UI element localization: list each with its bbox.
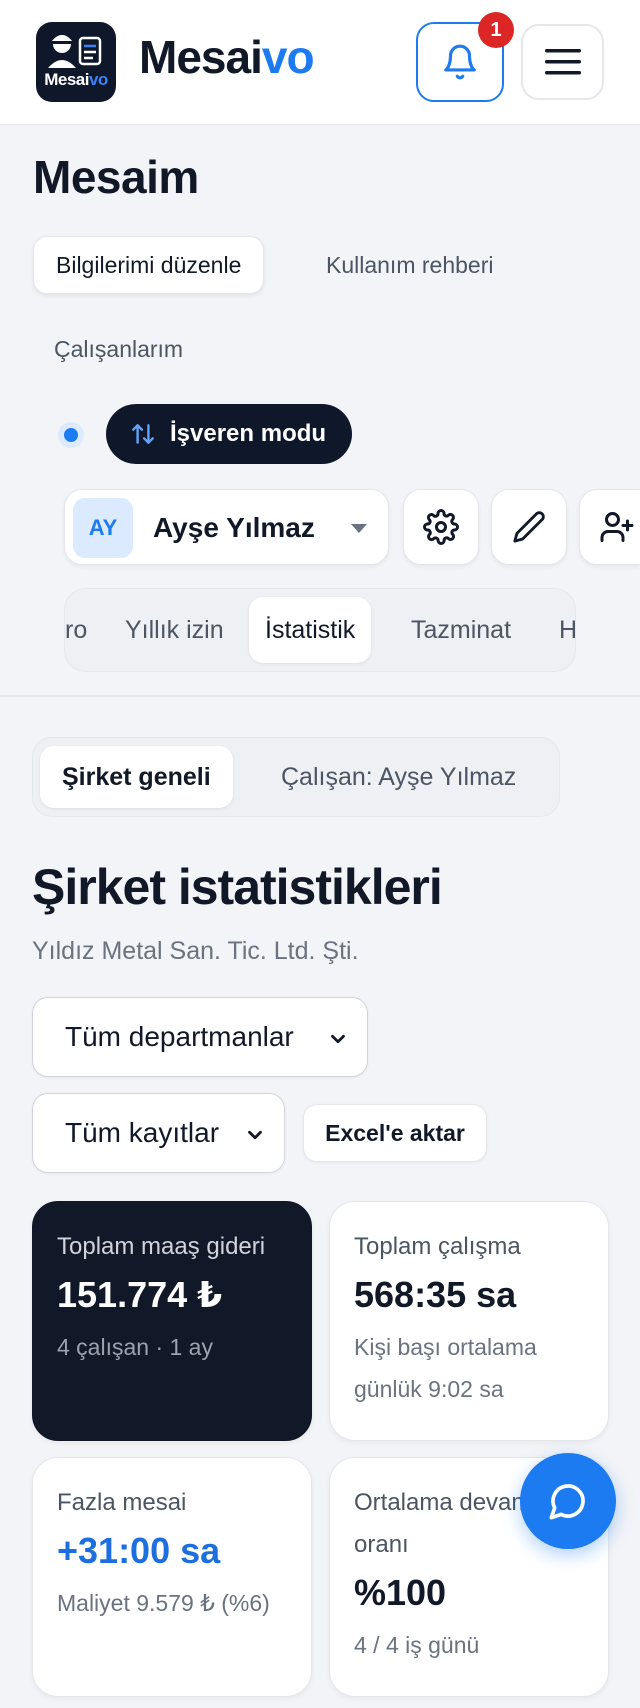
company-name: Yıldız Metal San. Tic. Ltd. Şti. (32, 937, 359, 965)
stat-note: Kişi başı ortalama günlük 9:02 sa (354, 1334, 537, 1402)
records-select-value: Tüm kayıtlar (65, 1117, 220, 1148)
chevron-down-icon (248, 1130, 262, 1140)
employee-name: Ayşe Yılmaz (153, 512, 315, 543)
stat-value: 568:35 sa (354, 1274, 517, 1315)
employer-mode-button[interactable]: İşveren modu (106, 404, 352, 464)
stat-note: 4 çalışan · 1 ay (57, 1334, 213, 1360)
tab-compensation[interactable]: Tazminat (395, 597, 527, 663)
department-select[interactable]: Tüm departmanlar (32, 997, 368, 1077)
chevron-down-icon (331, 1034, 345, 1044)
stat-card-overtime: Fazla mesai +31:00 sa Maliyet 9.579 ₺ (%… (32, 1457, 312, 1697)
stat-value: %100 (354, 1572, 447, 1613)
pencil-icon (513, 511, 545, 543)
stat-card-salary: Toplam maaş gideri 151.774 ₺ 4 çalışan ·… (32, 1201, 312, 1441)
link-edit-profile[interactable]: Bilgilerimi düzenle (33, 236, 265, 294)
settings-button[interactable] (403, 489, 479, 565)
stat-label: Toplam maaş gideri (57, 1233, 266, 1260)
scope-company[interactable]: Şirket geneli (40, 746, 233, 808)
link-my-employees[interactable]: Çalışanlarım (32, 320, 205, 378)
hamburger-icon (544, 49, 581, 75)
section-tabs: ro Yıllık izin İstatistik Tazminat H (64, 588, 576, 672)
employee-select[interactable]: AY Ayşe Yılmaz (64, 489, 389, 565)
link-user-guide[interactable]: Kullanım rehberi (304, 236, 515, 294)
chat-button[interactable] (520, 1453, 616, 1549)
brand-logo[interactable]: Mesaivo (36, 22, 116, 102)
employer-mode-label: İşveren modu (170, 420, 327, 447)
gear-icon (423, 509, 459, 545)
divider (0, 695, 640, 697)
bell-icon (444, 44, 476, 80)
edit-button[interactable] (491, 489, 567, 565)
stat-note: Maliyet 9.579 ₺ (%6) (57, 1590, 270, 1616)
tab-more-partial[interactable]: H (543, 597, 575, 663)
app-header: Mesaivo Mesaivo 1 (0, 0, 640, 125)
scope-segment: Şirket geneli Çalışan: Ayşe Yılmaz (32, 737, 560, 817)
tab-overtime-partial[interactable]: ro (65, 597, 103, 663)
tab-annual-leave[interactable]: Yıllık izin (109, 597, 240, 663)
scope-employee[interactable]: Çalışan: Ayşe Yılmaz (259, 746, 538, 808)
stat-value: 151.774 ₺ (57, 1274, 223, 1315)
stat-label: Fazla mesai (57, 1489, 187, 1516)
stat-value: +31:00 sa (57, 1530, 221, 1571)
stat-label: Toplam çalışma (354, 1233, 521, 1260)
stat-card-total-work: Toplam çalışma 568:35 sa Kişi başı ortal… (329, 1201, 609, 1441)
avatar: AY (73, 498, 133, 558)
records-select[interactable]: Tüm kayıtlar (32, 1093, 285, 1173)
menu-button[interactable] (521, 24, 604, 100)
export-excel-button[interactable]: Excel'e aktar (303, 1104, 487, 1162)
notification-badge: 1 (478, 12, 514, 48)
page-title: Mesaim (33, 151, 199, 203)
swap-arrows-icon (132, 424, 154, 444)
tab-statistics[interactable]: İstatistik (249, 597, 372, 663)
stats-title: Şirket istatistikleri (32, 859, 443, 915)
user-plus-icon (600, 512, 634, 542)
add-user-button[interactable] (579, 489, 640, 565)
mode-radio[interactable] (58, 422, 84, 448)
worker-icon (48, 35, 102, 68)
caret-down-icon (351, 524, 367, 533)
department-select-value: Tüm departmanlar (65, 1021, 294, 1052)
stat-note: 4 / 4 iş günü (354, 1632, 480, 1658)
chat-bubble-icon (549, 1484, 585, 1520)
brand-name[interactable]: Mesaivo (139, 30, 315, 84)
logo-wordmark: Mesaivo (44, 70, 108, 89)
